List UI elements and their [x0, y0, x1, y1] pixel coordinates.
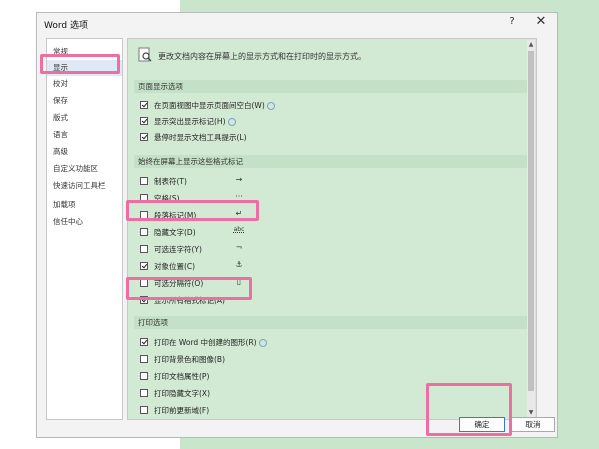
- info-icon: [258, 339, 267, 347]
- background-panel: [180, 438, 599, 449]
- option-label: 打印隐藏文字(X): [154, 389, 210, 398]
- option-label: 打印文档属性(P): [154, 372, 210, 381]
- panel-description: 更改文档内容在屏幕上的显示方式和在打印时的显示方式。: [158, 52, 366, 61]
- display-options-panel: 更改文档内容在屏幕上的显示方式和在打印时的显示方式。 页面显示选项 在页面视图中…: [127, 38, 537, 420]
- option-tab-characters[interactable]: 制表符(T) →: [140, 175, 525, 188]
- checkbox[interactable]: [140, 372, 148, 380]
- options-sidebar: 常规 显示 校对 保存 版式 语言 高级 自定义功能区 快速访问工具栏 加载项 …: [46, 38, 123, 420]
- option-label: 显示突出显示标记(H): [154, 116, 236, 127]
- checkbox[interactable]: [140, 406, 148, 414]
- dialog-title: Word 选项: [44, 21, 88, 31]
- paragraph-mark-icon: ↵: [235, 209, 243, 218]
- checkbox[interactable]: [140, 389, 148, 397]
- info-icon: [227, 118, 236, 126]
- option-show-highlighter-marks[interactable]: 显示突出显示标记(H): [140, 115, 525, 128]
- scroll-down-icon[interactable]: ▼: [527, 409, 535, 417]
- checkbox[interactable]: [140, 133, 148, 141]
- section-header-formatting-marks: 始终在屏幕上显示这些格式标记: [134, 155, 532, 168]
- document-magnifier-icon: [138, 47, 152, 62]
- option-object-anchors[interactable]: 对象位置(C) ⚓: [140, 260, 525, 273]
- space-dots-icon: ···: [235, 192, 243, 201]
- option-label: 显示所有格式标记(A): [154, 296, 225, 305]
- option-label: 段落标记(M): [154, 211, 197, 220]
- option-hidden-text[interactable]: 隐藏文字(D) abc: [140, 226, 525, 239]
- checkbox[interactable]: [140, 211, 148, 219]
- option-update-fields-before-print[interactable]: 打印前更新域(F): [140, 404, 525, 417]
- checkbox[interactable]: [140, 338, 148, 346]
- checkbox[interactable]: [140, 228, 148, 236]
- option-paragraph-marks[interactable]: 段落标记(M) ↵: [140, 209, 525, 222]
- option-label: 可选连字符(Y): [154, 245, 202, 254]
- sidebar-item-quick-access-toolbar[interactable]: 快速访问工具栏: [47, 178, 122, 194]
- tab-arrow-icon: →: [235, 175, 243, 184]
- option-label: 隐藏文字(D): [154, 228, 196, 237]
- checkbox[interactable]: [140, 279, 148, 287]
- word-options-dialog: Word 选项 ? ✕ 常规 显示 校对 保存 版式 语言 高级 自定义功能区 …: [36, 12, 558, 438]
- checkbox[interactable]: [140, 262, 148, 270]
- checkbox[interactable]: [140, 177, 148, 185]
- option-label: 空格(S): [154, 194, 180, 203]
- sidebar-item-proofing[interactable]: 校对: [47, 76, 122, 92]
- section-header-print-options: 打印选项: [134, 316, 532, 329]
- option-label: 打印背景色和图像(B): [154, 355, 225, 364]
- option-label: 制表符(T): [154, 177, 187, 186]
- section-header-page-display: 页面显示选项: [134, 80, 532, 93]
- option-label: 打印前更新域(F): [154, 406, 210, 415]
- sidebar-item-language[interactable]: 语言: [47, 127, 122, 143]
- option-print-background[interactable]: 打印背景色和图像(B): [140, 353, 525, 366]
- option-label: 在页面视图中显示页面间空白(W): [154, 100, 275, 111]
- option-optional-hyphens[interactable]: 可选连字符(Y) ¬: [140, 243, 525, 256]
- option-spaces[interactable]: 空格(S) ···: [140, 192, 525, 205]
- sidebar-item-trust-center[interactable]: 信任中心: [47, 214, 122, 230]
- option-optional-breaks[interactable]: 可选分隔符(O) ▯: [140, 277, 525, 290]
- help-button[interactable]: ?: [505, 16, 519, 30]
- sidebar-item-customize-ribbon[interactable]: 自定义功能区: [47, 161, 122, 177]
- sidebar-item-typography[interactable]: 版式: [47, 110, 122, 126]
- ok-button[interactable]: 确定: [459, 417, 505, 432]
- option-label: 可选分隔符(O): [154, 279, 204, 288]
- option-print-hidden-text[interactable]: 打印隐藏文字(X): [140, 387, 525, 400]
- sidebar-item-add-ins[interactable]: 加载项: [47, 197, 122, 213]
- checkbox[interactable]: [140, 296, 148, 304]
- optional-break-icon: ▯: [236, 277, 242, 286]
- title-bar: Word 选项 ? ✕: [37, 13, 557, 35]
- option-label: 悬停时显示文档工具提示(L): [154, 133, 247, 142]
- sidebar-item-advanced[interactable]: 高级: [47, 144, 122, 160]
- checkbox[interactable]: [140, 117, 148, 125]
- sidebar-item-save[interactable]: 保存: [47, 93, 122, 109]
- option-print-drawings[interactable]: 打印在 Word 中创建的图形(R): [140, 336, 525, 349]
- close-button[interactable]: ✕: [533, 14, 549, 32]
- checkbox[interactable]: [140, 245, 148, 253]
- option-show-all-formatting-marks[interactable]: 显示所有格式标记(A): [140, 294, 525, 307]
- scroll-up-icon[interactable]: ▲: [527, 41, 535, 49]
- option-show-whitespace[interactable]: 在页面视图中显示页面间空白(W): [140, 99, 525, 112]
- anchor-icon: ⚓: [235, 260, 243, 269]
- option-show-document-tooltips[interactable]: 悬停时显示文档工具提示(L): [140, 131, 525, 144]
- option-print-document-properties[interactable]: 打印文档属性(P): [140, 370, 525, 383]
- background-panel: [558, 0, 599, 449]
- option-label: 打印在 Word 中创建的图形(R): [154, 337, 267, 348]
- sidebar-item-general[interactable]: 常规: [47, 44, 122, 60]
- info-icon: [266, 102, 275, 110]
- hidden-text-icon: abc: [233, 226, 245, 233]
- sidebar-item-display[interactable]: 显示: [47, 60, 122, 76]
- checkbox[interactable]: [140, 194, 148, 202]
- optional-hyphen-icon: ¬: [235, 243, 243, 252]
- option-label: 对象位置(C): [154, 262, 196, 271]
- checkbox[interactable]: [140, 101, 148, 109]
- cancel-button[interactable]: 取消: [511, 417, 555, 432]
- scrollbar-thumb[interactable]: [528, 51, 534, 391]
- checkbox[interactable]: [140, 355, 148, 363]
